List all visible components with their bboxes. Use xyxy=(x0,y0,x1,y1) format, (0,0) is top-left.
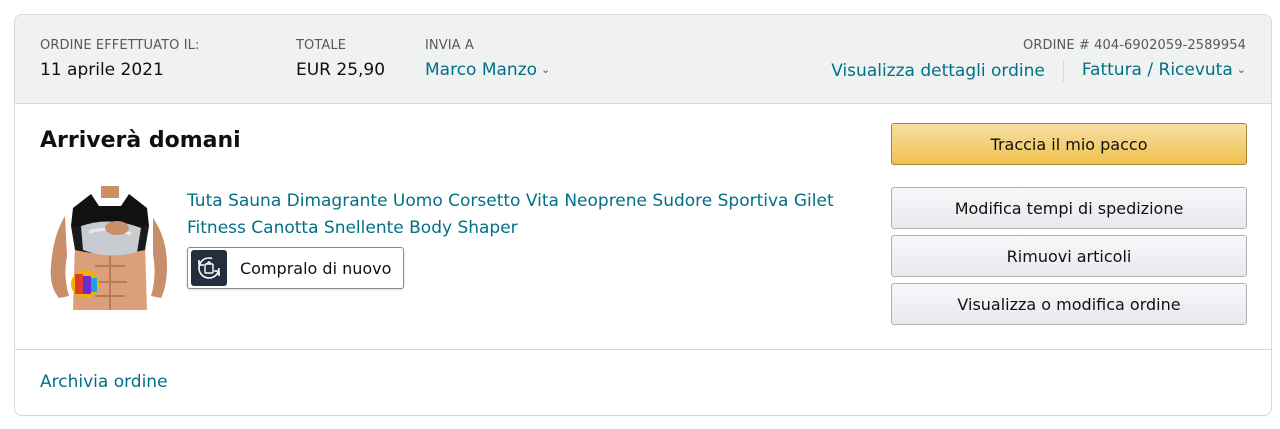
buy-again-button[interactable]: Compralo di nuovo xyxy=(187,247,404,289)
product-image[interactable] xyxy=(45,186,175,310)
order-date: 11 aprile 2021 xyxy=(40,60,164,80)
total-value: EUR 25,90 xyxy=(296,60,386,80)
order-links: Visualizza dettagli ordine Fattura / Ric… xyxy=(831,58,1246,84)
view-edit-order-button[interactable]: Visualizza o modifica ordine xyxy=(891,283,1247,325)
chevron-down-icon: ⌄ xyxy=(541,63,551,76)
chevron-down-icon: ⌄ xyxy=(1236,63,1246,76)
product-title-link[interactable]: Tuta Sauna Dimagrante Uomo Corsetto Vita… xyxy=(187,188,877,242)
track-package-button[interactable]: Traccia il mio pacco xyxy=(891,123,1247,165)
buy-again-label: Compralo di nuovo xyxy=(240,258,392,278)
change-delivery-button[interactable]: Modifica tempi di spedizione xyxy=(891,187,1247,229)
link-divider xyxy=(1062,60,1064,82)
order-info-column: ORDINE # 404-6902059-2589954 Visualizza … xyxy=(831,37,1246,84)
shipment-section: Arriverà domani Tuta Sauna Dimagrante Uo… xyxy=(15,104,1271,350)
buy-again-icon xyxy=(191,250,227,286)
order-header: ORDINE EFFETTUATO IL: 11 aprile 2021 TOT… xyxy=(15,15,1271,104)
archive-order-link[interactable]: Archivia ordine xyxy=(40,372,168,392)
ship-to-column: INVIA A Marco Manzo ⌄ xyxy=(425,37,550,84)
remove-items-button[interactable]: Rimuovi articoli xyxy=(891,235,1247,277)
invoice-link[interactable]: Fattura / Ricevuta ⌄ xyxy=(1082,58,1246,84)
order-details-link[interactable]: Visualizza dettagli ordine xyxy=(831,59,1045,83)
ship-to-name: Marco Manzo xyxy=(425,60,538,80)
order-placed-label: ORDINE EFFETTUATO IL: xyxy=(40,38,200,53)
shipment-status: Arriverà domani xyxy=(40,128,241,153)
order-card: ORDINE EFFETTUATO IL: 11 aprile 2021 TOT… xyxy=(14,14,1272,416)
ship-to-name-link[interactable]: Marco Manzo ⌄ xyxy=(425,58,550,84)
total-label: TOTALE xyxy=(296,38,347,53)
order-date-column: ORDINE EFFETTUATO IL: 11 aprile 2021 xyxy=(40,37,199,82)
invoice-label: Fattura / Ricevuta xyxy=(1081,60,1233,80)
ship-to-label: INVIA A xyxy=(425,38,474,53)
order-total-column: TOTALE EUR 25,90 xyxy=(296,37,385,82)
order-number: ORDINE # 404-6902059-2589954 xyxy=(1023,38,1246,53)
